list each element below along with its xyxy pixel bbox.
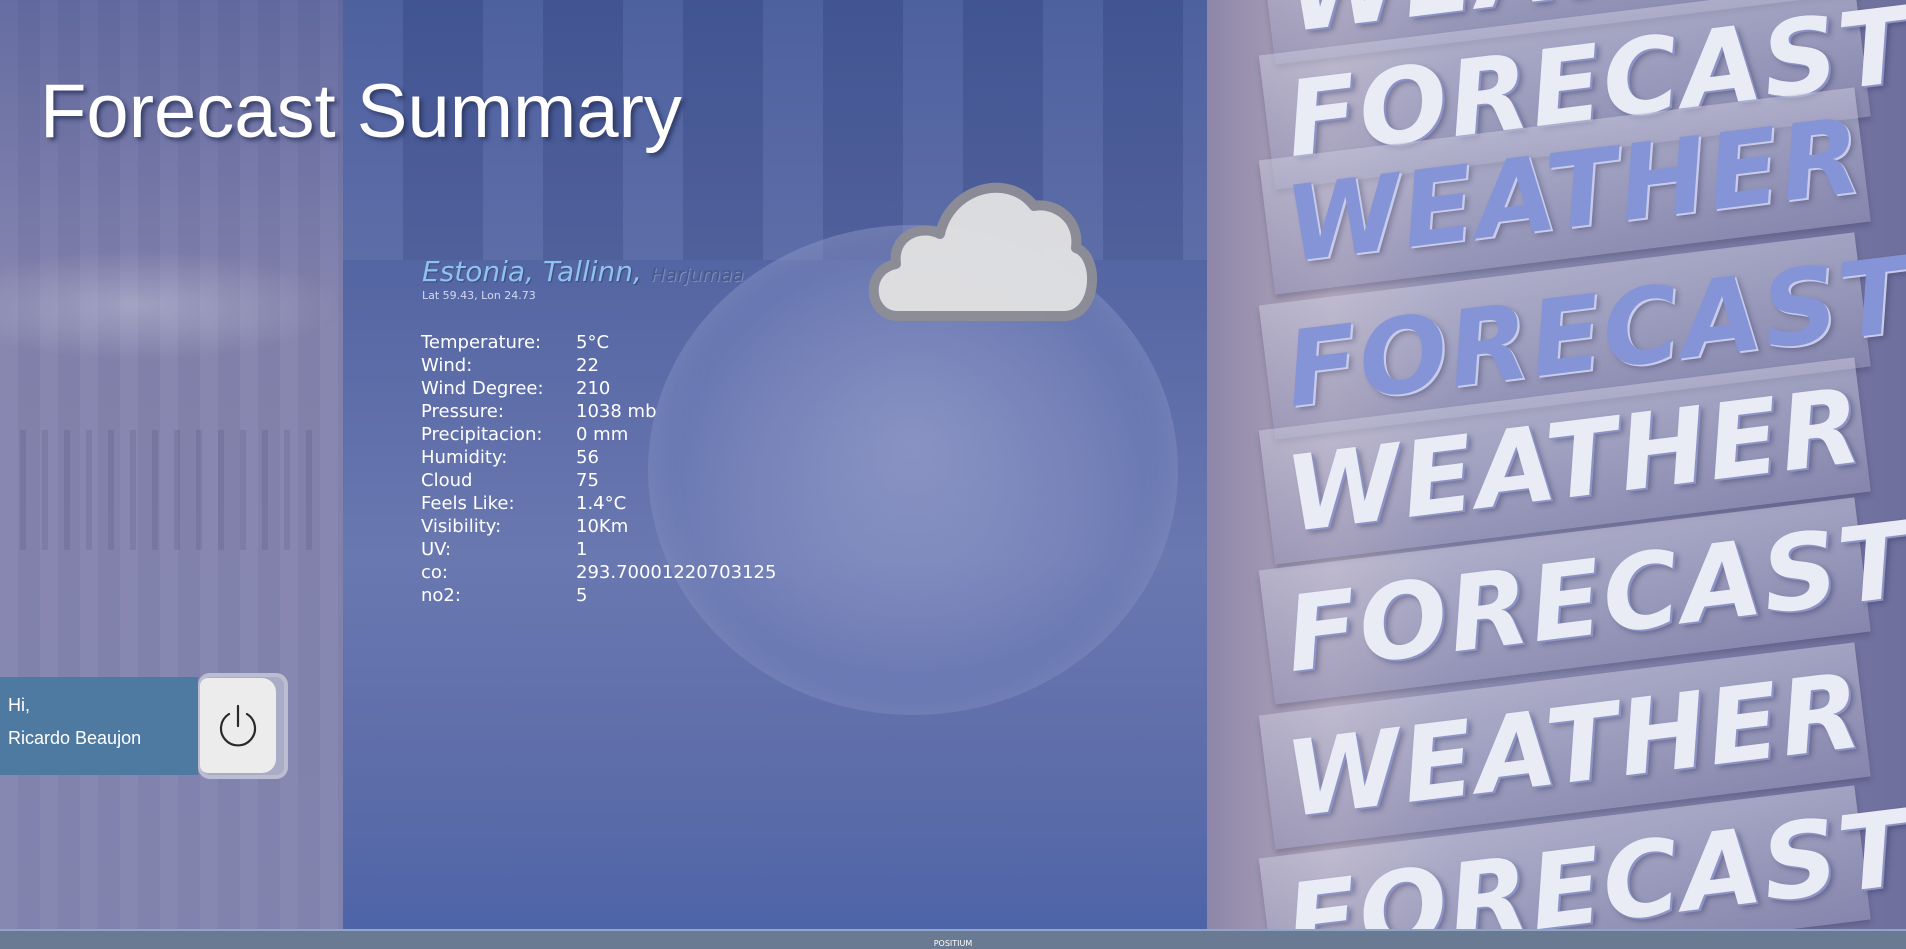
footer-bar: POSITIUM <box>0 929 1906 949</box>
stat-value: 1038 mb <box>576 401 657 422</box>
stat-value: 5°C <box>576 332 610 353</box>
stat-row: co: 293.70001220703125 <box>421 561 776 584</box>
weather-stats: Temperature: 5°C Wind: 22 Wind Degree: 210 … <box>421 331 776 607</box>
stat-row: Feels Like: 1.4°C <box>421 492 776 515</box>
user-greeting: Hi, Ricardo Beaujon <box>0 677 198 775</box>
stat-label: Wind: <box>421 355 473 376</box>
stat-label: Precipitacion: <box>421 424 543 445</box>
power-icon <box>219 704 257 747</box>
stat-row: Precipitacion: 0 mm <box>421 423 776 446</box>
stat-row: no2: 5 <box>421 584 776 607</box>
greeting-text: Hi, <box>8 695 30 715</box>
stat-label: Wind Degree: <box>421 378 544 399</box>
stat-label: no2: <box>421 585 461 606</box>
stat-value: 1 <box>576 539 588 560</box>
stat-row: Cloud 75 <box>421 469 776 492</box>
app-screen: WEATHER FORECAST WEATHER FORECAST WEATHE… <box>0 0 1906 949</box>
stat-value: 10Km <box>576 516 629 537</box>
stat-row: Wind: 22 <box>421 354 776 377</box>
stat-row: Humidity: 56 <box>421 446 776 469</box>
stat-value: 210 <box>576 378 611 399</box>
stat-row: Wind Degree: 210 <box>421 377 776 400</box>
stat-label: UV: <box>421 539 452 560</box>
location-coordinates: Lat 59.43, Lon 24.73 <box>422 289 536 302</box>
weather-forecast-background-image: WEATHER FORECAST WEATHER FORECAST WEATHE… <box>1207 0 1906 929</box>
location-city: Estonia, Tallinn, <box>422 255 642 288</box>
stat-row: UV: 1 <box>421 538 776 561</box>
footer-brand: POSITIUM <box>933 939 973 948</box>
stat-row: Visibility: 10Km <box>421 515 776 538</box>
stat-value: 5 <box>576 585 588 606</box>
user-name: Ricardo Beaujon <box>8 728 142 748</box>
page-title: Forecast Summary <box>40 69 682 154</box>
stat-value: 22 <box>576 355 599 376</box>
stat-label: Visibility: <box>421 516 502 537</box>
stat-value: 293.70001220703125 <box>576 562 777 583</box>
location-region: Harjumaa <box>651 264 744 286</box>
stat-value: 56 <box>576 447 599 468</box>
stat-label: Humidity: <box>421 447 508 468</box>
logout-button[interactable] <box>198 673 288 779</box>
stat-label: co: <box>421 562 448 583</box>
stat-label: Feels Like: <box>421 493 515 514</box>
stat-row: Pressure: 1038 mb <box>421 400 776 423</box>
logout-button-face[interactable] <box>200 678 276 773</box>
location-heading: Estonia, Tallinn, Harjumaa <box>422 255 744 288</box>
stat-row: Temperature: 5°C <box>421 331 776 354</box>
stat-label: Pressure: <box>421 401 504 422</box>
cloud-icon <box>868 182 1098 321</box>
stat-label: Cloud <box>421 470 473 491</box>
stat-value: 1.4°C <box>576 493 627 514</box>
stat-value: 0 mm <box>576 424 629 445</box>
stat-value: 75 <box>576 470 599 491</box>
stat-label: Temperature: <box>421 332 542 353</box>
